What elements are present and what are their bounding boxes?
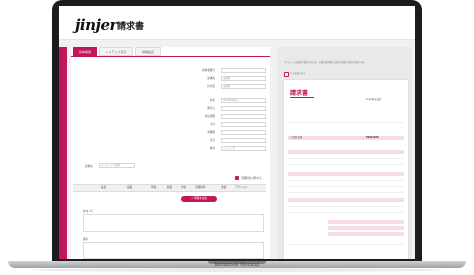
- table-header-cell: 単価: [151, 186, 157, 189]
- tab-basic-info[interactable]: 基本情報: [73, 47, 97, 56]
- preview-row: [288, 186, 404, 187]
- table-header-cell: 品目: [101, 186, 107, 189]
- logo-checkbox-icon[interactable]: [284, 72, 289, 77]
- remark-label: 備考: [83, 238, 89, 241]
- field-row: 合計: [71, 138, 270, 143]
- tax-input[interactable]: [221, 130, 266, 135]
- table-header-cell: 数量: [167, 186, 173, 189]
- preview-summary-row: [328, 220, 404, 224]
- subject-input[interactable]: 2024年4月分: [221, 98, 266, 103]
- field-row: 請求先 未選択: [71, 76, 270, 81]
- field-label: 発行日: [207, 107, 215, 110]
- field-row: 備考 ここに入力: [71, 146, 270, 151]
- field-label: 消費税: [207, 131, 215, 134]
- device-label: Notebook Mockup: [214, 262, 260, 268]
- checkbox-label: 消費税を計算する: [241, 177, 262, 180]
- tab-layout[interactable]: レスアップ表示: [99, 47, 133, 56]
- field-label: 備考: [209, 147, 215, 150]
- field-row: 請求書番号: [71, 68, 270, 73]
- app-logo[interactable]: jinjer: [75, 16, 117, 34]
- issuer-name: jinjer株式会社: [366, 98, 382, 101]
- tab-detail-settings[interactable]: 詳細設定: [135, 47, 161, 56]
- total-input[interactable]: [221, 138, 266, 143]
- logo-option-label: ロゴを表示する: [290, 72, 306, 75]
- checkbox-icon[interactable]: [235, 176, 239, 180]
- preview-summary-row: [328, 232, 404, 236]
- laptop-screen: jinjer 請求書 基本情報 レスアップ表示 詳細設定 請求書番号 請求先 未…: [59, 6, 415, 259]
- invoice-title: 請求書: [290, 90, 309, 97]
- field-label: 担当者: [207, 85, 215, 88]
- table-header-cell: 単位: [181, 186, 187, 189]
- preview-note: プレビューは自動で更新されます。実際の請求書とは表示が異なる場合があります。: [284, 61, 367, 64]
- preview-row: [288, 158, 404, 159]
- tab-underline: [71, 56, 270, 57]
- memo-label: 社内メモ: [83, 210, 94, 213]
- add-row-button[interactable]: + 明細を追加: [181, 196, 217, 202]
- preview-row: [288, 212, 404, 213]
- table-header-cell: 消費税率: [195, 186, 206, 189]
- field-label: 支払期限: [204, 115, 215, 118]
- preview-row: [288, 180, 404, 181]
- preview-footer-line: [288, 244, 404, 245]
- field-row: 発行日: [71, 106, 270, 111]
- invoice-preview-page: 請求書 jinjer株式会社 ご請求金額 ¥100,000: [284, 80, 408, 259]
- field-row: 支払期限: [71, 114, 270, 119]
- client-select[interactable]: 未選択: [221, 76, 266, 81]
- memo-textarea[interactable]: [83, 214, 264, 232]
- laptop-shadow: [30, 268, 444, 272]
- divider: [288, 122, 404, 123]
- preview-section-header: [288, 172, 404, 176]
- table-header: 品目 品番 単価 数量 単位 消費税率 金額 アクション: [73, 184, 266, 192]
- field-label: 請求書番号: [202, 69, 215, 72]
- title-underline: [290, 97, 314, 98]
- total-label: ご請求金額: [290, 136, 302, 139]
- app-header: jinjer 請求書: [59, 6, 415, 40]
- product-name: 請求書: [117, 22, 145, 32]
- preview-table-header: [288, 150, 404, 154]
- field-row: 担当者 未選択: [71, 84, 270, 89]
- field-label: 小計: [209, 123, 215, 126]
- remark-textarea[interactable]: [83, 242, 264, 259]
- field-row: 件名 2024年4月分: [71, 98, 270, 103]
- subtotal-input[interactable]: [221, 122, 266, 127]
- search-label: 請求先: [85, 165, 93, 168]
- accent-stripe: [59, 47, 67, 259]
- note-input[interactable]: ここに入力: [221, 146, 266, 151]
- field-label: 請求先: [207, 77, 215, 80]
- table-header-cell: 金額: [221, 186, 227, 189]
- preview-summary-row: [328, 226, 404, 230]
- invoice-number-input[interactable]: [221, 68, 266, 73]
- search-input[interactable]: キーワードで検索: [99, 163, 135, 168]
- table-header-cell: 品番: [127, 186, 133, 189]
- person-select[interactable]: 未選択: [221, 84, 266, 89]
- preview-row: [288, 192, 404, 193]
- table-header-cell: アクション: [235, 186, 248, 189]
- total-amount: ¥100,000: [366, 136, 379, 139]
- field-label: 合計: [209, 139, 215, 142]
- due-date-input[interactable]: [221, 114, 266, 119]
- form-fields: 請求書番号 請求先 未選択 担当者 未選択 件名 2024年4月分 発行日 支払…: [71, 68, 270, 178]
- preview-row: [288, 164, 404, 165]
- issue-date-input[interactable]: [221, 106, 266, 111]
- preview-row: [288, 206, 404, 207]
- field-row: 小計: [71, 122, 270, 127]
- preview-section-header: [288, 198, 404, 202]
- field-row: 消費税: [71, 130, 270, 135]
- total-row: [288, 136, 404, 140]
- field-label: 件名: [209, 99, 215, 102]
